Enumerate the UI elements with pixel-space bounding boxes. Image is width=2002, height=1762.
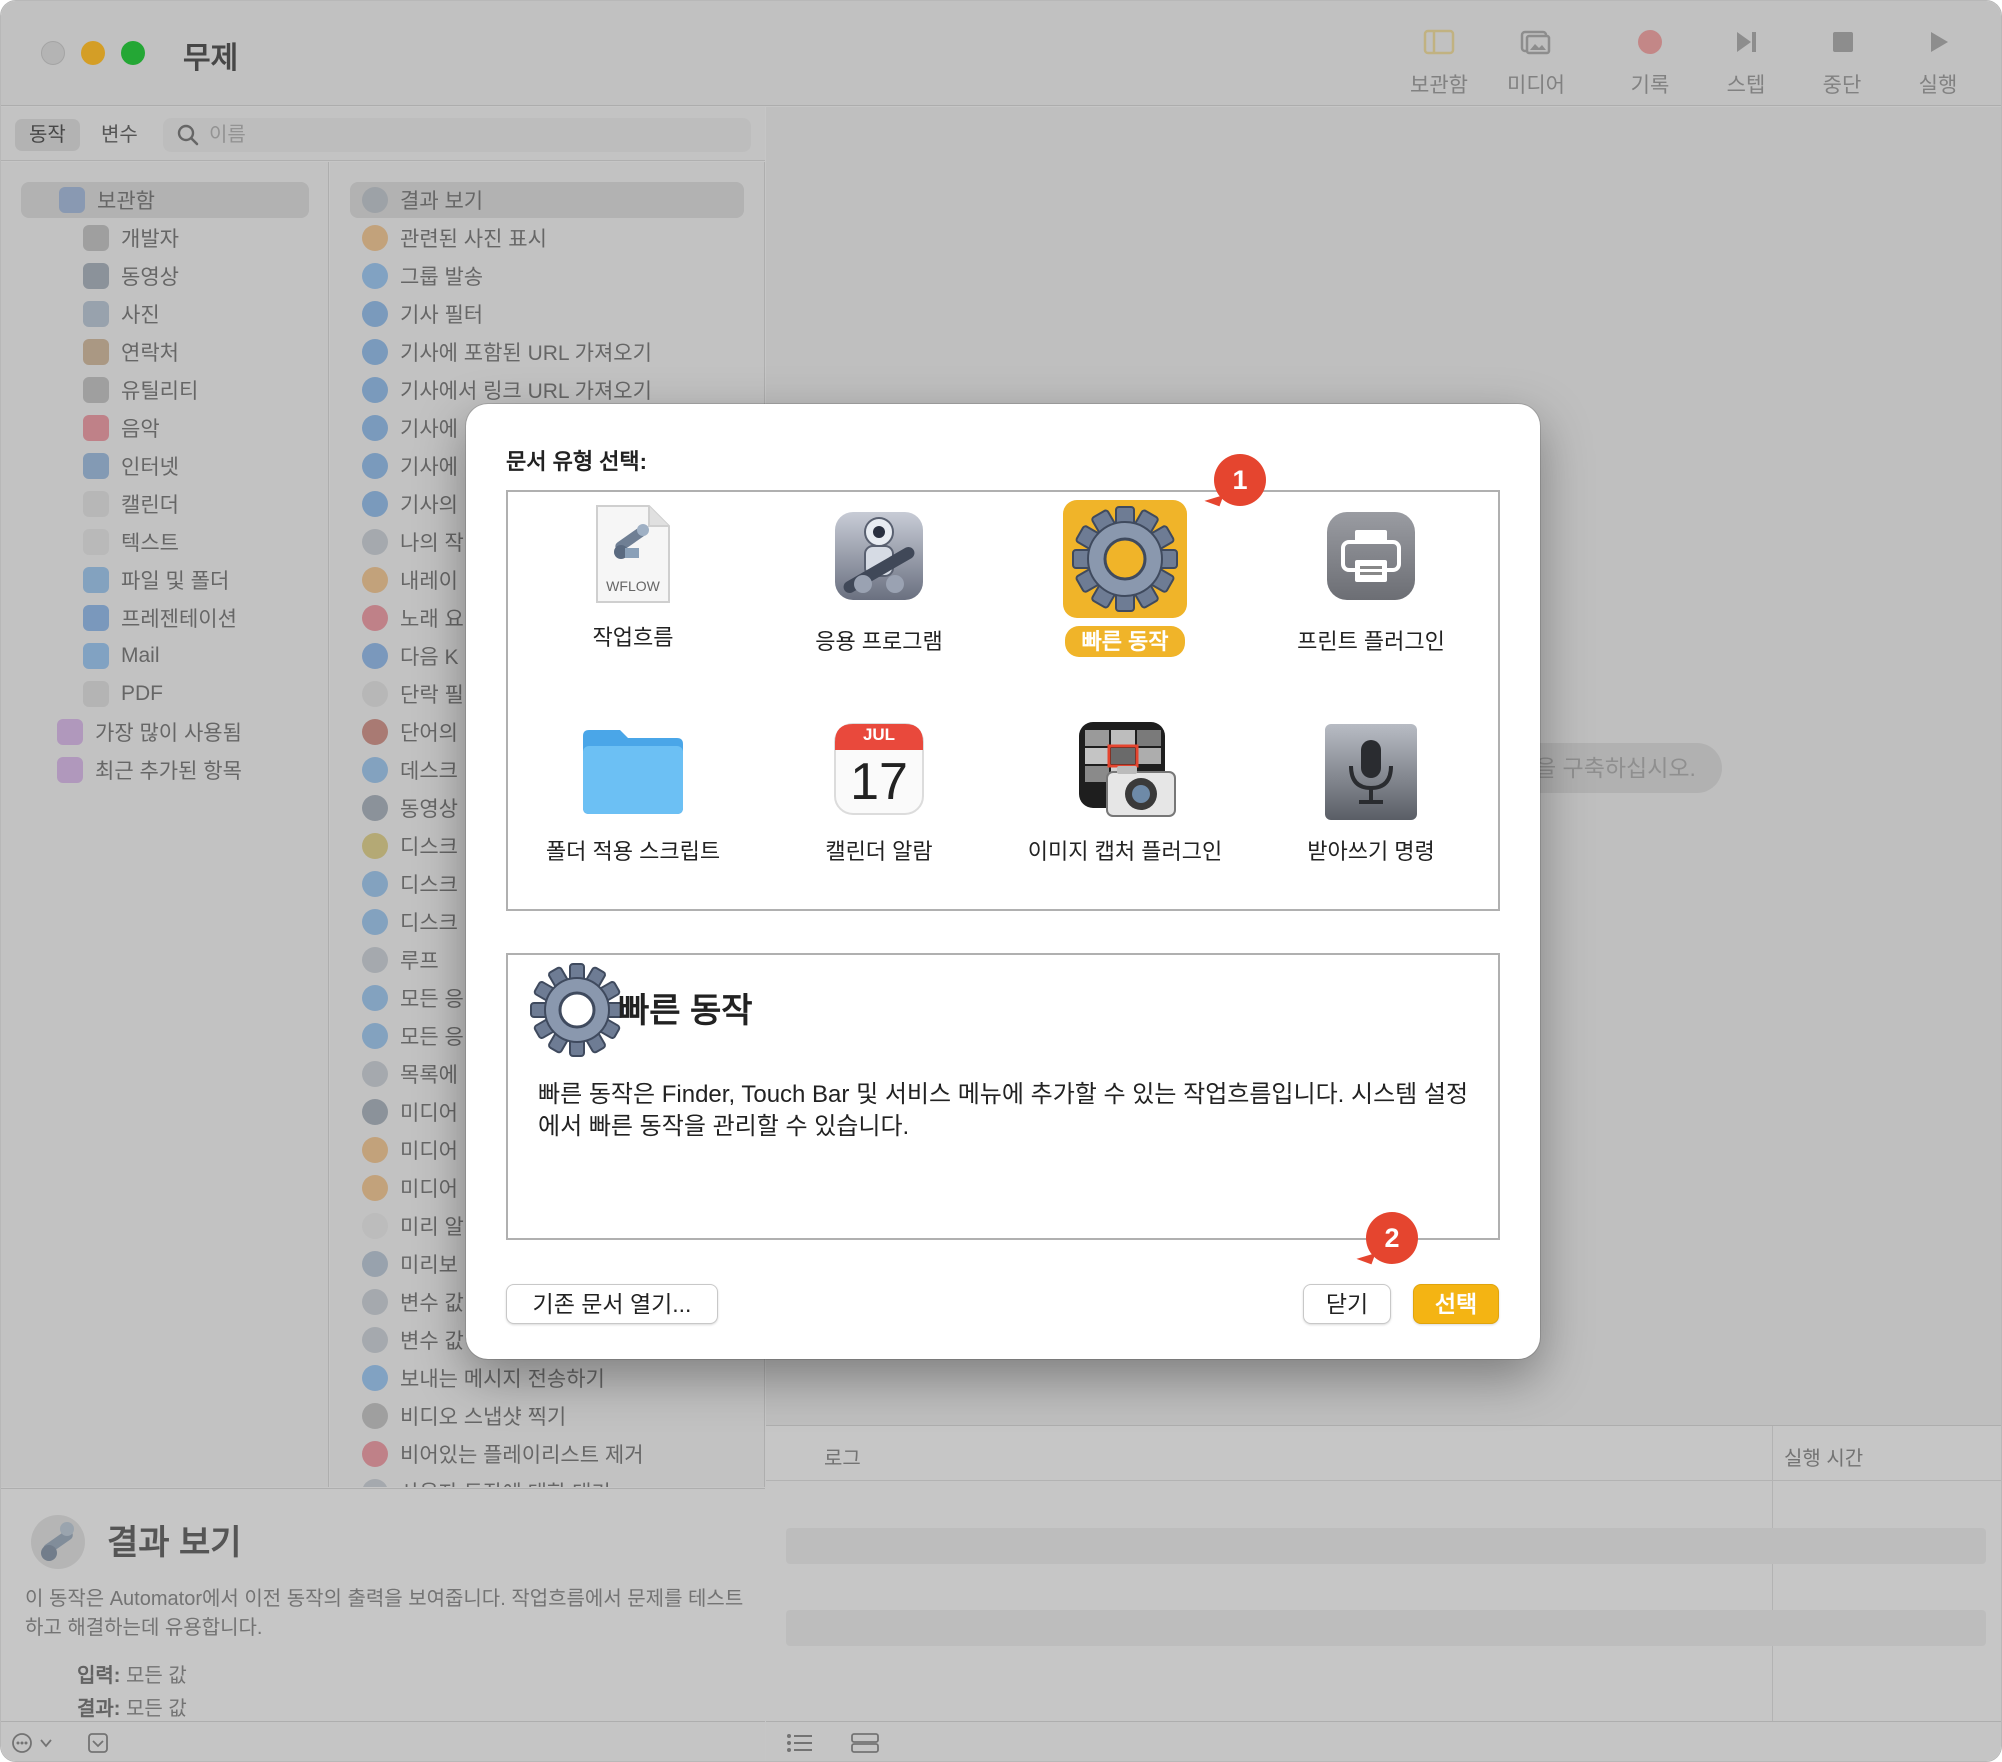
type-print-plugin[interactable]: 프린트 플러그인 bbox=[1251, 500, 1491, 700]
automator-robot-icon bbox=[829, 506, 929, 611]
document-type-grid: WFLOW 작업흐름 응용 프로그램 빠른 동작 프린트 플러그인 폴더 적용 … bbox=[506, 490, 1500, 911]
calendar-day: 17 bbox=[850, 753, 908, 811]
calendar-month: JUL bbox=[862, 725, 896, 744]
type-label: 받아쓰기 명령 bbox=[1307, 839, 1435, 864]
printer-icon bbox=[1325, 510, 1417, 607]
close-button[interactable]: 닫기 bbox=[1303, 1284, 1391, 1324]
type-label: 작업흐름 bbox=[592, 625, 674, 650]
callout-1: 1 bbox=[1214, 454, 1266, 506]
workflow-file-label: WFLOW bbox=[606, 578, 660, 594]
type-label: 빠른 동작 bbox=[1065, 626, 1185, 657]
callout-2: 2 bbox=[1366, 1212, 1418, 1264]
automator-window: 무제 보관함 미디어 기록 스텝 중단 실행 동작 변수 이름 보관함 개발자 … bbox=[0, 0, 2002, 1762]
calendar-icon: JUL 17 bbox=[833, 722, 925, 821]
detail-title: 빠른 동작 bbox=[618, 992, 753, 1030]
document-type-dialog: 문서 유형 선택: WFLOW 작업흐름 응용 프로그램 빠른 동작 프린트 플… bbox=[466, 404, 1540, 1359]
gear-icon bbox=[530, 963, 624, 1057]
type-label: 이미지 캡처 플러그인 bbox=[1027, 839, 1223, 864]
detail-text: 빠른 동작은 Finder, Touch Bar 및 서비스 메뉴에 추가할 수… bbox=[538, 1081, 1469, 1140]
type-calendar-alarm[interactable]: JUL 17 캘린더 알람 bbox=[759, 710, 999, 910]
type-detail-panel: 빠른 동작 빠른 동작은 Finder, Touch Bar 및 서비스 메뉴에… bbox=[506, 953, 1500, 1240]
dialog-heading: 문서 유형 선택: bbox=[506, 449, 647, 474]
type-workflow[interactable]: WFLOW 작업흐름 bbox=[513, 500, 753, 700]
choose-button[interactable]: 선택 bbox=[1413, 1284, 1499, 1324]
open-existing-document-button[interactable]: 기존 문서 열기... bbox=[506, 1284, 718, 1324]
microphone-icon bbox=[1321, 722, 1421, 827]
image-capture-icon bbox=[1073, 720, 1177, 823]
type-quick-action[interactable]: 빠른 동작 bbox=[1005, 500, 1245, 700]
type-folder-action[interactable]: 폴더 적용 스크립트 bbox=[513, 710, 753, 910]
type-label: 폴더 적용 스크립트 bbox=[545, 839, 721, 864]
workflow-file-icon: WFLOW bbox=[593, 504, 673, 609]
gear-icon bbox=[1061, 500, 1189, 625]
type-label: 캘린더 알람 bbox=[825, 839, 933, 864]
type-application[interactable]: 응용 프로그램 bbox=[759, 500, 999, 700]
type-image-capture-plugin[interactable]: 이미지 캡처 플러그인 bbox=[1005, 710, 1245, 910]
type-dictation-command[interactable]: 받아쓰기 명령 bbox=[1251, 710, 1491, 910]
type-label: 응용 프로그램 bbox=[815, 629, 943, 654]
folder-icon bbox=[580, 726, 686, 821]
type-label: 프린트 플러그인 bbox=[1297, 629, 1445, 654]
